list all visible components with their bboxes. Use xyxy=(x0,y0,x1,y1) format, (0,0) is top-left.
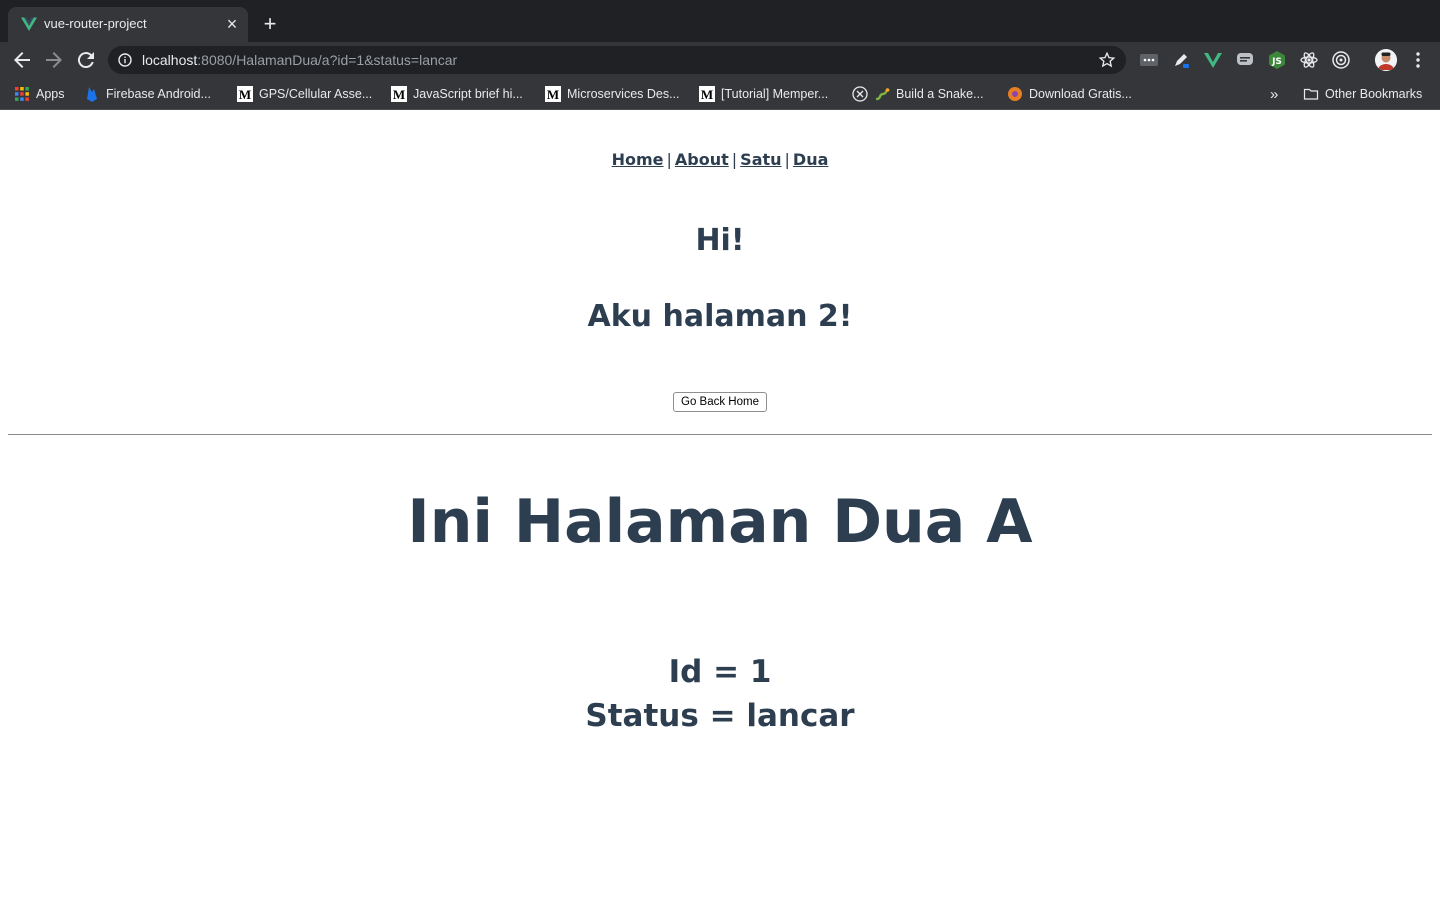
page-content: Home | About | Satu | Dua Hi! Aku halaman 2! G… xyxy=(0,111,1440,900)
browser-toolbar: localhost:8080/HalamanDua/a?id=1&status=… xyxy=(0,42,1440,78)
bookmark-label: Apps xyxy=(36,87,65,101)
bookmark-microservices[interactable]: M Microservices Des... xyxy=(545,85,680,103)
active-tab[interactable]: vue-router-project × xyxy=(8,7,248,42)
page-subtitle: Aku halaman 2! xyxy=(587,299,853,334)
chat-extension-icon[interactable] xyxy=(1235,50,1255,70)
bookmark-firebase[interactable]: Firebase Android... xyxy=(84,85,211,103)
svg-text:JS: JS xyxy=(1271,57,1282,67)
other-bookmarks-label: Other Bookmarks xyxy=(1325,87,1423,101)
medium-icon: M xyxy=(237,86,253,102)
bookmark-javascript-brief[interactable]: M JavaScript brief hi... xyxy=(391,85,523,103)
bookmark-label: Download Gratis... xyxy=(1029,87,1132,101)
folder-icon xyxy=(1303,88,1319,100)
site-info-icon[interactable] xyxy=(118,53,132,67)
bookmark-apps[interactable]: Apps xyxy=(14,85,65,103)
forward-icon[interactable] xyxy=(42,48,66,72)
nav-separator: | xyxy=(731,150,738,169)
nav-link-satu[interactable]: Satu xyxy=(740,150,781,169)
url-text[interactable]: localhost:8080/HalamanDua/a?id=1&status=… xyxy=(142,52,457,68)
back-icon[interactable] xyxy=(10,48,34,72)
pen-extension-icon[interactable] xyxy=(1171,50,1191,70)
go-back-home-button[interactable]: Go Back Home xyxy=(673,392,767,412)
target-extension-icon[interactable] xyxy=(1331,50,1351,70)
page-title: Ini Halaman Dua A xyxy=(407,487,1033,557)
bookmark-label: [Tutorial] Memper... xyxy=(721,87,829,101)
bookmark-label: GPS/Cellular Asse... xyxy=(259,87,373,101)
tab-close-icon[interactable]: × xyxy=(222,14,242,34)
bookmark-label: Firebase Android... xyxy=(106,87,211,101)
greeting-heading: Hi! xyxy=(695,223,745,258)
apps-grid-icon xyxy=(15,87,29,101)
status-value: Status = lancar xyxy=(585,698,855,734)
nav-link-about[interactable]: About xyxy=(675,150,729,169)
nodejs-extension-icon[interactable]: JS xyxy=(1267,50,1287,70)
bookmark-snake[interactable]: Build a Snake... xyxy=(852,85,984,103)
bookmark-label: Build a Snake... xyxy=(896,87,984,101)
firebase-icon xyxy=(87,87,97,102)
download-icon xyxy=(1008,87,1022,101)
url-path: :8080/HalamanDua/a?id=1&status=lancar xyxy=(197,52,458,68)
bookmarks-overflow-chevron-icon[interactable]: » xyxy=(1270,85,1278,103)
bookmark-tutorial[interactable]: M [Tutorial] Memper... xyxy=(699,85,828,103)
medium-icon: M xyxy=(545,86,561,102)
divider xyxy=(8,434,1432,435)
bookmark-label: Microservices Des... xyxy=(567,87,680,101)
avatar-icon xyxy=(1375,49,1397,71)
nav-link-home[interactable]: Home xyxy=(612,150,664,169)
tab-title: vue-router-project xyxy=(44,16,147,31)
nav-separator: | xyxy=(784,150,790,169)
browser-menu-icon[interactable] xyxy=(1410,50,1426,70)
new-tab-button[interactable]: + xyxy=(258,12,282,36)
router-nav: Home | About | Satu | Dua xyxy=(0,150,1440,169)
bookmark-label: JavaScript brief hi... xyxy=(413,87,523,101)
profile-avatar[interactable] xyxy=(1375,49,1397,71)
react-devtools-icon[interactable] xyxy=(1299,50,1319,70)
vue-favicon-icon xyxy=(21,17,37,31)
nav-link-dua[interactable]: Dua xyxy=(793,150,828,169)
bookmark-gps-cellular[interactable]: M GPS/Cellular Asse... xyxy=(237,85,372,103)
other-bookmarks[interactable]: Other Bookmarks xyxy=(1303,85,1422,103)
id-value: Id = 1 xyxy=(668,654,772,690)
medium-icon: M xyxy=(391,86,407,102)
url-host: localhost xyxy=(142,52,198,68)
vue-devtools-icon[interactable] xyxy=(1203,50,1223,70)
bookmark-download-gratis[interactable]: Download Gratis... xyxy=(1007,85,1132,103)
bookmarks-bar: Apps Firebase Android... M GPS/Cellular … xyxy=(0,78,1440,110)
bookmark-star-icon[interactable] xyxy=(1098,51,1116,69)
nav-separator: | xyxy=(666,150,672,169)
medium-icon: M xyxy=(699,86,715,102)
reload-icon[interactable] xyxy=(74,48,98,72)
extension-dots-icon[interactable] xyxy=(1139,50,1159,70)
tab-strip: vue-router-project × + xyxy=(0,0,1440,42)
snake-icon xyxy=(875,88,890,101)
close-circle-icon xyxy=(852,86,868,102)
address-bar[interactable]: localhost:8080/HalamanDua/a?id=1&status=… xyxy=(108,46,1126,74)
